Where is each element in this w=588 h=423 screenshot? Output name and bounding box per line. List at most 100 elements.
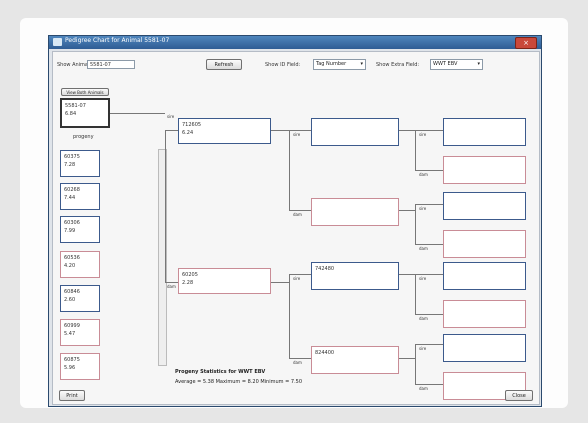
- sire-tag: sire: [419, 346, 427, 351]
- great-grandparent-box[interactable]: [443, 230, 526, 258]
- connector-line: [415, 244, 443, 245]
- great-grandparent-box[interactable]: [443, 156, 526, 184]
- progeny-item[interactable]: 60536 4.20: [60, 251, 100, 278]
- progeny-item[interactable]: 60999 5.47: [60, 319, 100, 346]
- dam-tag: dam: [419, 386, 428, 391]
- sire-tag: sire: [419, 276, 427, 281]
- dam-tag: dam: [293, 212, 302, 217]
- connector-line: [271, 130, 289, 131]
- close-icon: ×: [523, 39, 529, 47]
- sire-tag: sire: [419, 206, 427, 211]
- progeny-value: 7.28: [64, 162, 76, 168]
- great-grandparent-box[interactable]: [443, 262, 526, 290]
- connector-line: [415, 344, 443, 345]
- connector-line: [415, 170, 443, 171]
- window-client: Show Animal: 5581-07 Refresh Show ID Fie…: [52, 51, 540, 405]
- chevron-down-icon: ▾: [477, 61, 480, 67]
- show-animal-label: Show Animal:: [57, 62, 92, 68]
- connector-line: [399, 210, 415, 211]
- progeny-id: 60375: [64, 154, 80, 160]
- sire-tag: sire: [419, 132, 427, 137]
- window-title: Pedigree Chart for Animal 5581-07: [65, 37, 170, 44]
- connector-line: [415, 130, 416, 170]
- connector-line: [289, 358, 311, 359]
- progeny-label: progeny: [73, 134, 94, 140]
- sire-tag: sire: [167, 114, 175, 119]
- connector-line: [399, 130, 415, 131]
- connector-line: [289, 274, 311, 275]
- show-extra-field-label: Show Extra Field:: [376, 62, 420, 68]
- extra-field-value: WWT EBV: [433, 61, 458, 67]
- connector-line: [289, 130, 311, 131]
- progeny-value: 7.44: [64, 195, 76, 201]
- progeny-item[interactable]: 60375 7.28: [60, 150, 100, 177]
- selected-animal-box[interactable]: 5581-07 6.84: [60, 98, 110, 128]
- app-icon: [53, 38, 62, 46]
- great-grandparent-box[interactable]: [443, 300, 526, 328]
- id-field-value: Tag Number: [316, 61, 347, 67]
- connector-line: [415, 130, 443, 131]
- sire-box[interactable]: 712605 6.24: [178, 118, 271, 144]
- view-both-animals-button[interactable]: View Both Animals: [61, 88, 109, 96]
- sire-tag: sire: [293, 132, 301, 137]
- dam-sire-box[interactable]: 742480: [311, 262, 399, 290]
- show-animal-input[interactable]: 5581-07: [87, 60, 135, 69]
- connector-line: [165, 130, 166, 282]
- dam-tag: dam: [293, 360, 302, 365]
- close-button[interactable]: Close: [505, 390, 533, 401]
- selected-animal-id: 5581-07: [65, 103, 86, 109]
- great-grandparent-box[interactable]: [443, 118, 526, 146]
- connector-line: [415, 204, 416, 244]
- chevron-down-icon: ▾: [360, 61, 363, 67]
- dam-tag: dam: [419, 246, 428, 251]
- connector-line: [165, 130, 178, 131]
- connector-line: [415, 274, 416, 314]
- progeny-item[interactable]: 60846 2.60: [60, 285, 100, 312]
- title-bar[interactable]: Pedigree Chart for Animal 5581-07 ×: [49, 36, 541, 49]
- progeny-value: 2.60: [64, 297, 76, 303]
- dam-dam-box[interactable]: 824400: [311, 346, 399, 374]
- connector-line: [415, 314, 443, 315]
- connector-line: [289, 274, 290, 358]
- connector-line: [415, 204, 443, 205]
- progeny-value: 5.47: [64, 331, 76, 337]
- window-close-button[interactable]: ×: [515, 37, 537, 49]
- selected-animal-value: 6.84: [65, 111, 77, 117]
- refresh-button[interactable]: Refresh: [206, 59, 242, 70]
- progeny-item[interactable]: 60875 5.96: [60, 353, 100, 380]
- progeny-item[interactable]: 60306 7.99: [60, 216, 100, 243]
- connector-line: [399, 274, 415, 275]
- pedigree-window: Pedigree Chart for Animal 5581-07 × Show…: [48, 35, 542, 407]
- progeny-value: 4.20: [64, 263, 76, 269]
- sire-tag: sire: [293, 276, 301, 281]
- connector-line: [415, 274, 443, 275]
- great-grandparent-box[interactable]: [443, 192, 526, 220]
- extra-field-select[interactable]: WWT EBV ▾: [430, 59, 483, 70]
- connector-line: [289, 130, 290, 210]
- connector-line: [399, 358, 415, 359]
- great-grandparent-box[interactable]: [443, 334, 526, 362]
- dam-id: 60205: [182, 272, 198, 278]
- sire-sire-box[interactable]: [311, 118, 399, 146]
- progeny-id: 60268: [64, 187, 80, 193]
- dam-box[interactable]: 60205 2.28: [178, 268, 271, 294]
- progeny-id: 60999: [64, 323, 80, 329]
- dam-tag: dam: [419, 316, 428, 321]
- id-field-select[interactable]: Tag Number ▾: [313, 59, 366, 70]
- connector-line: [271, 282, 289, 283]
- print-button[interactable]: Print: [59, 390, 85, 401]
- dam-tag: dam: [167, 284, 176, 289]
- progeny-id: 60536: [64, 255, 80, 261]
- dam-sire-id: 742480: [315, 266, 335, 272]
- show-id-field-label: Show ID Field:: [265, 62, 301, 68]
- progeny-statistics-line: Average = 5.38 Maximum = 8.20 Minimum = …: [175, 379, 303, 385]
- connector-line: [110, 113, 165, 114]
- connector-line: [415, 344, 416, 384]
- progeny-statistics-title: Progeny Statistics for WWT EBV: [175, 369, 266, 375]
- progeny-id: 60875: [64, 357, 80, 363]
- sire-dam-box[interactable]: [311, 198, 399, 226]
- connector-line: [415, 384, 443, 385]
- progeny-item[interactable]: 60268 7.44: [60, 183, 100, 210]
- dam-value: 2.28: [182, 280, 194, 286]
- progeny-value: 5.96: [64, 365, 76, 371]
